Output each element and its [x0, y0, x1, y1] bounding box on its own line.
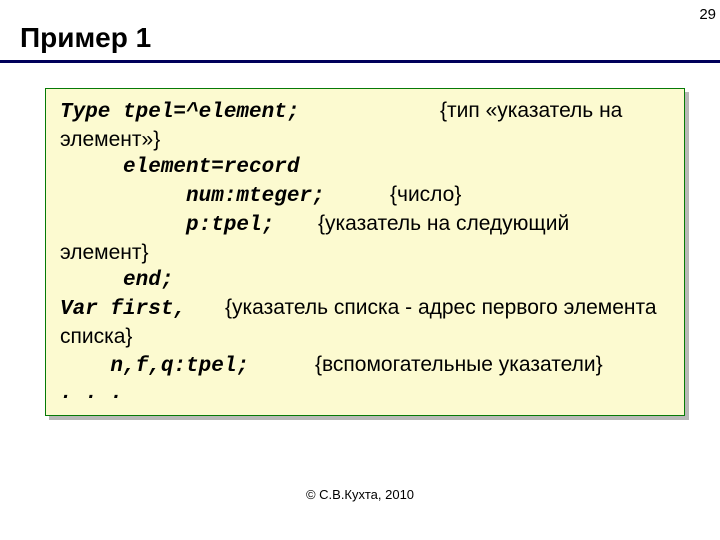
- page-number: 29: [699, 6, 716, 23]
- code-comment: {указатель списка - адрес первого элемен…: [225, 296, 657, 319]
- code-text: element=record: [60, 154, 670, 181]
- code-line: n,f,q:tpel;{вспомогательные указатели}: [60, 351, 670, 380]
- code-comment: списка}: [60, 323, 670, 350]
- code-line: num:mteger;{число}: [60, 181, 670, 210]
- code-text: end;: [60, 267, 670, 294]
- code-text: n,f,q:tpel;: [60, 353, 315, 380]
- code-comment: элемент}: [60, 239, 670, 266]
- code-line: Var first,{указатель списка - адрес перв…: [60, 294, 670, 323]
- title-divider: [0, 60, 720, 63]
- page-title: Пример 1: [0, 0, 720, 60]
- code-comment: {число}: [390, 183, 461, 206]
- code-text: p:tpel;: [60, 212, 318, 239]
- code-text: Type tpel=^element;: [60, 99, 440, 126]
- code-comment: элемент»}: [60, 126, 670, 153]
- code-block-container: Type tpel=^element;{тип «указатель на эл…: [45, 88, 685, 416]
- code-text: Var first,: [60, 296, 225, 323]
- code-comment: {указатель на следующий: [318, 212, 569, 235]
- code-comment: {тип «указатель на: [440, 99, 622, 122]
- code-comment: {вспомогательные указатели}: [315, 353, 603, 376]
- code-line: p:tpel;{указатель на следующий: [60, 210, 670, 239]
- code-block: Type tpel=^element;{тип «указатель на эл…: [45, 88, 685, 416]
- footer-copyright: © С.В.Кухта, 2010: [0, 487, 720, 502]
- code-text: . . .: [60, 380, 670, 407]
- code-line: Type tpel=^element;{тип «указатель на: [60, 97, 670, 126]
- code-text: num:mteger;: [60, 183, 390, 210]
